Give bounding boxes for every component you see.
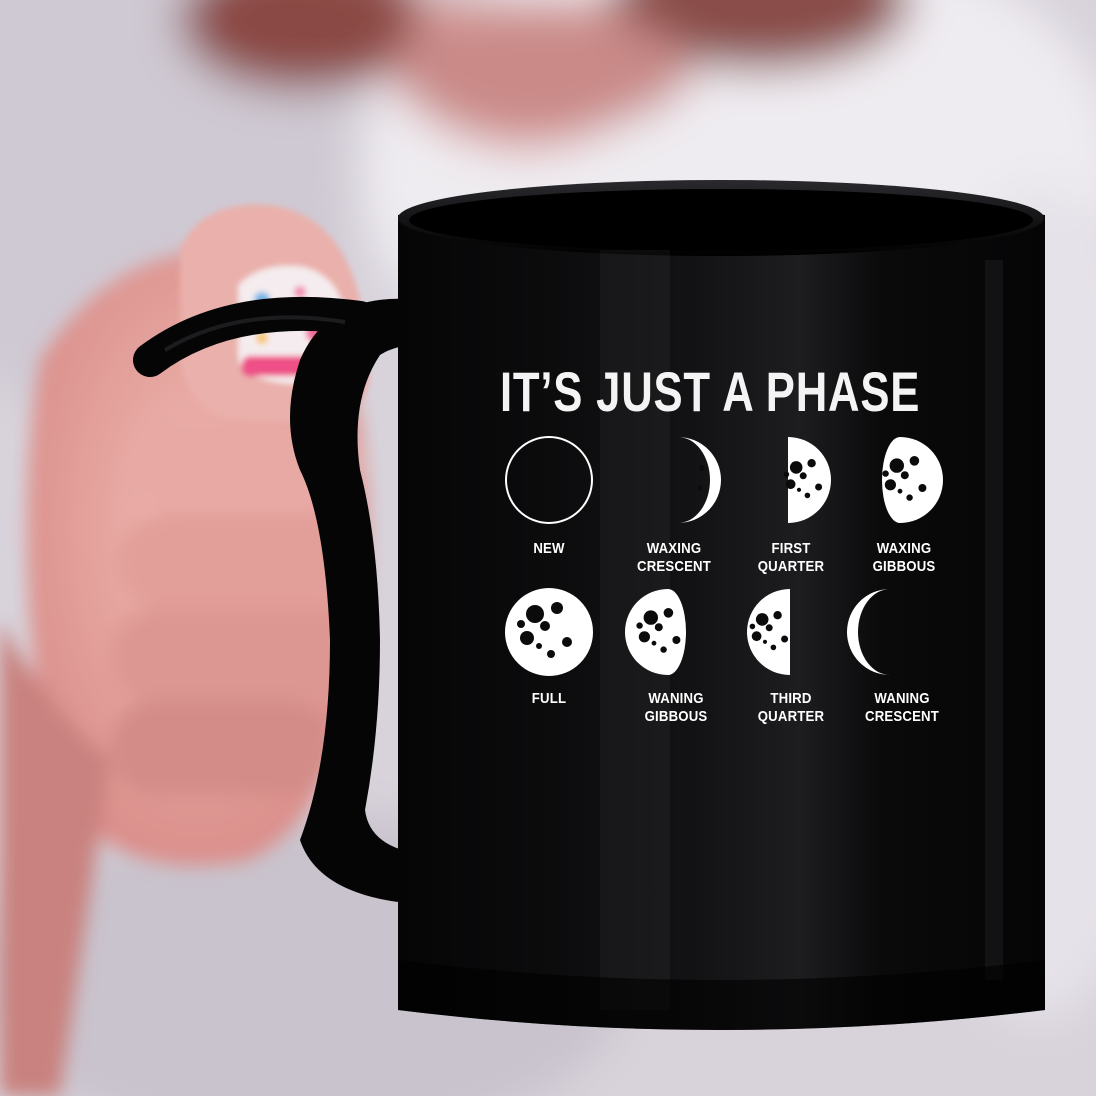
phase-label-waxing-crescent: WAXING CRESCENT xyxy=(636,540,712,575)
moon-waxing-crescent-icon xyxy=(678,437,721,523)
moon-first-quarter-icon xyxy=(783,437,831,523)
moon-full-icon xyxy=(505,588,593,676)
moon-new-icon xyxy=(505,436,593,524)
phase-label-first-quarter: FIRST QUARTER xyxy=(757,540,825,575)
moon-waning-crescent-icon xyxy=(847,589,890,675)
phase-label-full: FULL xyxy=(531,690,567,707)
phase-label-waning-gibbous: WANING GIBBOUS xyxy=(644,690,708,725)
phase-label-waning-crescent: WANING CRESCENT xyxy=(864,690,940,725)
phase-label-new: NEW xyxy=(533,540,565,557)
moon-waxing-gibbous-icon xyxy=(882,437,943,523)
product-photo: IT’S JUST A PHASE NEW WAXING CRESCENT FI… xyxy=(0,0,1096,1096)
phase-label-third-quarter: THIRD QUARTER xyxy=(757,690,825,725)
moon-waning-gibbous-icon xyxy=(625,589,686,675)
phase-label-waxing-gibbous: WAXING GIBBOUS xyxy=(872,540,936,575)
moon-third-quarter-icon xyxy=(747,589,790,675)
